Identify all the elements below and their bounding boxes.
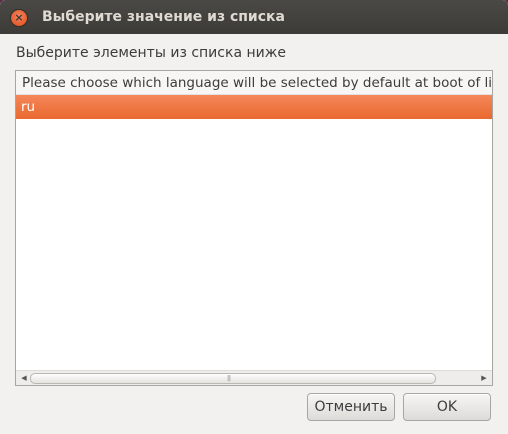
scroll-left-icon[interactable]: ◀ [18, 371, 30, 385]
ok-button[interactable]: OK [403, 393, 491, 421]
dialog-prompt: Выберите элементы из списка ниже [16, 45, 286, 61]
selection-list[interactable]: Please choose which language will be sel… [15, 70, 493, 386]
cancel-button[interactable]: Отменить [307, 393, 395, 421]
title-bar[interactable]: × Выберите значение из списка [0, 0, 508, 34]
scroll-right-icon[interactable]: ▶ [478, 371, 490, 385]
window-title: Выберите значение из списка [42, 9, 285, 25]
horizontal-scrollbar[interactable]: ◀ ||| ▶ [16, 370, 492, 385]
list-item[interactable]: ru [16, 95, 492, 119]
list-column-header[interactable]: Please choose which language will be sel… [16, 71, 492, 95]
scrollbar-thumb[interactable]: ||| [30, 373, 436, 384]
dialog-window: × Выберите значение из списка Выберите э… [0, 0, 508, 434]
grip-icon: ||| [227, 375, 231, 382]
close-icon[interactable]: × [11, 10, 27, 26]
